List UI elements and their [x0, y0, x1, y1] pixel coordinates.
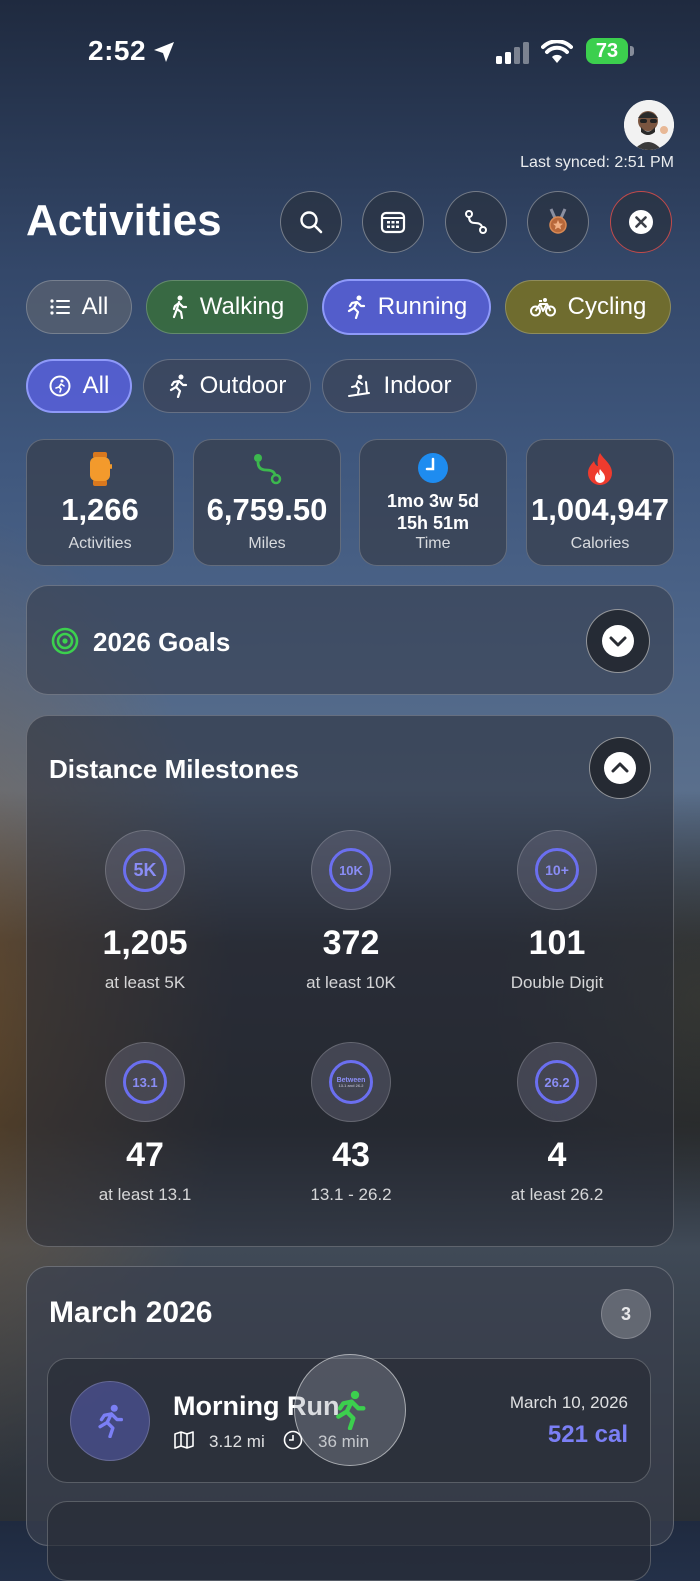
milestones-card: Distance Milestones 5K 1,205 at least 5K… [26, 715, 674, 1247]
activity-calories: 521 cal [547, 1421, 628, 1448]
running-circle-icon [49, 375, 71, 397]
watch-icon [90, 452, 112, 486]
stat-time-value: 1mo 3w 5d 15h 51m [386, 491, 480, 533]
filter-chip-walking[interactable]: Walking [146, 280, 308, 334]
awards-button[interactable] [527, 191, 589, 253]
milestone-between[interactable]: Between 13.1 and 26.2 43 13.1 - 26.2 [261, 1042, 441, 1205]
calendar-icon [380, 211, 406, 234]
stat-miles-label: Miles [248, 535, 286, 552]
signal-icon [496, 42, 529, 64]
running-icon [336, 1390, 366, 1430]
stat-calories-label: Calories [570, 535, 630, 552]
month-title: March 2026 [49, 1296, 213, 1329]
stat-time-label: Time [415, 535, 451, 552]
route-icon [465, 210, 487, 234]
avatar[interactable] [624, 100, 674, 150]
goals-title: 2026 Goals [93, 627, 231, 657]
wifi-icon [541, 40, 573, 63]
milestone-10k[interactable]: 10K 372 at least 10K [261, 830, 441, 993]
milestone-half-marathon[interactable]: 13.1 47 at least 13.1 [55, 1042, 235, 1205]
calendar-button[interactable] [362, 191, 424, 253]
filter-chip-cycling-label: Cycling [567, 293, 647, 320]
stat-card-activities[interactable]: 1,266 Activities [26, 439, 174, 566]
goals-expand-button[interactable] [586, 609, 650, 673]
walking-icon [172, 295, 187, 319]
milestone-double-digit[interactable]: 10+ 101 Double Digit [467, 830, 647, 993]
filter-chip-walking-label: Walking [199, 293, 285, 320]
milestone-half-marathon-badge: 13.1 [105, 1042, 185, 1122]
chevron-down-icon [602, 625, 634, 657]
stat-calories-value: 1,004,947 [531, 492, 669, 527]
close-filter-button[interactable] [610, 191, 672, 253]
activity-date: March 10, 2026 [509, 1393, 628, 1412]
stat-card-time[interactable]: 1mo 3w 5d 15h 51m Time [359, 439, 507, 566]
goals-card[interactable]: 2026 Goals [26, 585, 674, 695]
month-count-badge: 3 [601, 1289, 651, 1339]
milestone-between-badge: Between 13.1 and 26.2 [311, 1042, 391, 1122]
location-arrow-icon [154, 42, 174, 62]
routes-button[interactable] [445, 191, 507, 253]
battery-cap [630, 46, 634, 56]
treadmill-icon [348, 374, 371, 397]
stat-card-miles[interactable]: 6,759.50 Miles [193, 439, 341, 566]
milestones-title: Distance Milestones [49, 754, 299, 784]
location-chip-outdoor-label: Outdoor [199, 372, 287, 399]
clock-icon [418, 453, 448, 483]
stat-activities-value: 1,266 [61, 492, 139, 527]
map-icon [174, 1431, 194, 1449]
bicycle-icon [529, 298, 556, 317]
battery-indicator: 73 [586, 38, 628, 64]
flame-icon [588, 453, 612, 485]
last-synced-text: Last synced: 2:51 PM [520, 154, 674, 171]
filter-chip-all-label: All [81, 293, 109, 320]
milestone-marathon[interactable]: 26.2 4 at least 26.2 [467, 1042, 647, 1205]
location-chip-all[interactable]: All [26, 359, 132, 413]
stat-activities-label: Activities [68, 535, 132, 552]
stat-card-calories[interactable]: 1,004,947 Calories [526, 439, 674, 566]
milestone-double-digit-badge: 10+ [517, 830, 597, 910]
filter-chip-running[interactable]: Running [322, 279, 491, 335]
search-icon [300, 211, 323, 234]
activity-row-next[interactable] [47, 1501, 651, 1581]
location-chip-outdoor[interactable]: Outdoor [143, 359, 311, 413]
close-icon [629, 210, 653, 234]
milestones-collapse-button[interactable] [589, 737, 651, 799]
milestone-5k[interactable]: 5K 1,205 at least 5K [55, 830, 235, 993]
location-chip-all-label: All [82, 372, 110, 399]
status-time: 2:52 [88, 35, 147, 66]
running-icon [169, 374, 187, 398]
milestone-10k-badge: 10K [311, 830, 391, 910]
chevron-up-icon [604, 752, 636, 784]
filter-chip-cycling[interactable]: Cycling [505, 280, 671, 334]
location-chip-indoor[interactable]: Indoor [322, 359, 477, 413]
page-title: Activities [26, 196, 222, 245]
medal-icon [549, 208, 567, 234]
activity-icon-circle [70, 1381, 150, 1461]
milestone-marathon-badge: 26.2 [517, 1042, 597, 1122]
filter-chip-running-label: Running [377, 293, 468, 320]
search-button[interactable] [280, 191, 342, 253]
start-run-floating-button[interactable] [294, 1354, 406, 1466]
filter-chip-all[interactable]: All [26, 280, 132, 334]
stat-miles-value: 6,759.50 [206, 492, 328, 527]
milestone-5k-badge: 5K [105, 830, 185, 910]
list-icon [50, 299, 70, 315]
location-chip-indoor-label: Indoor [383, 372, 452, 399]
target-icon [51, 627, 79, 655]
route-icon [254, 454, 282, 485]
activity-distance: 3.12 mi [209, 1432, 265, 1451]
running-icon [347, 295, 365, 319]
running-icon [98, 1404, 124, 1438]
